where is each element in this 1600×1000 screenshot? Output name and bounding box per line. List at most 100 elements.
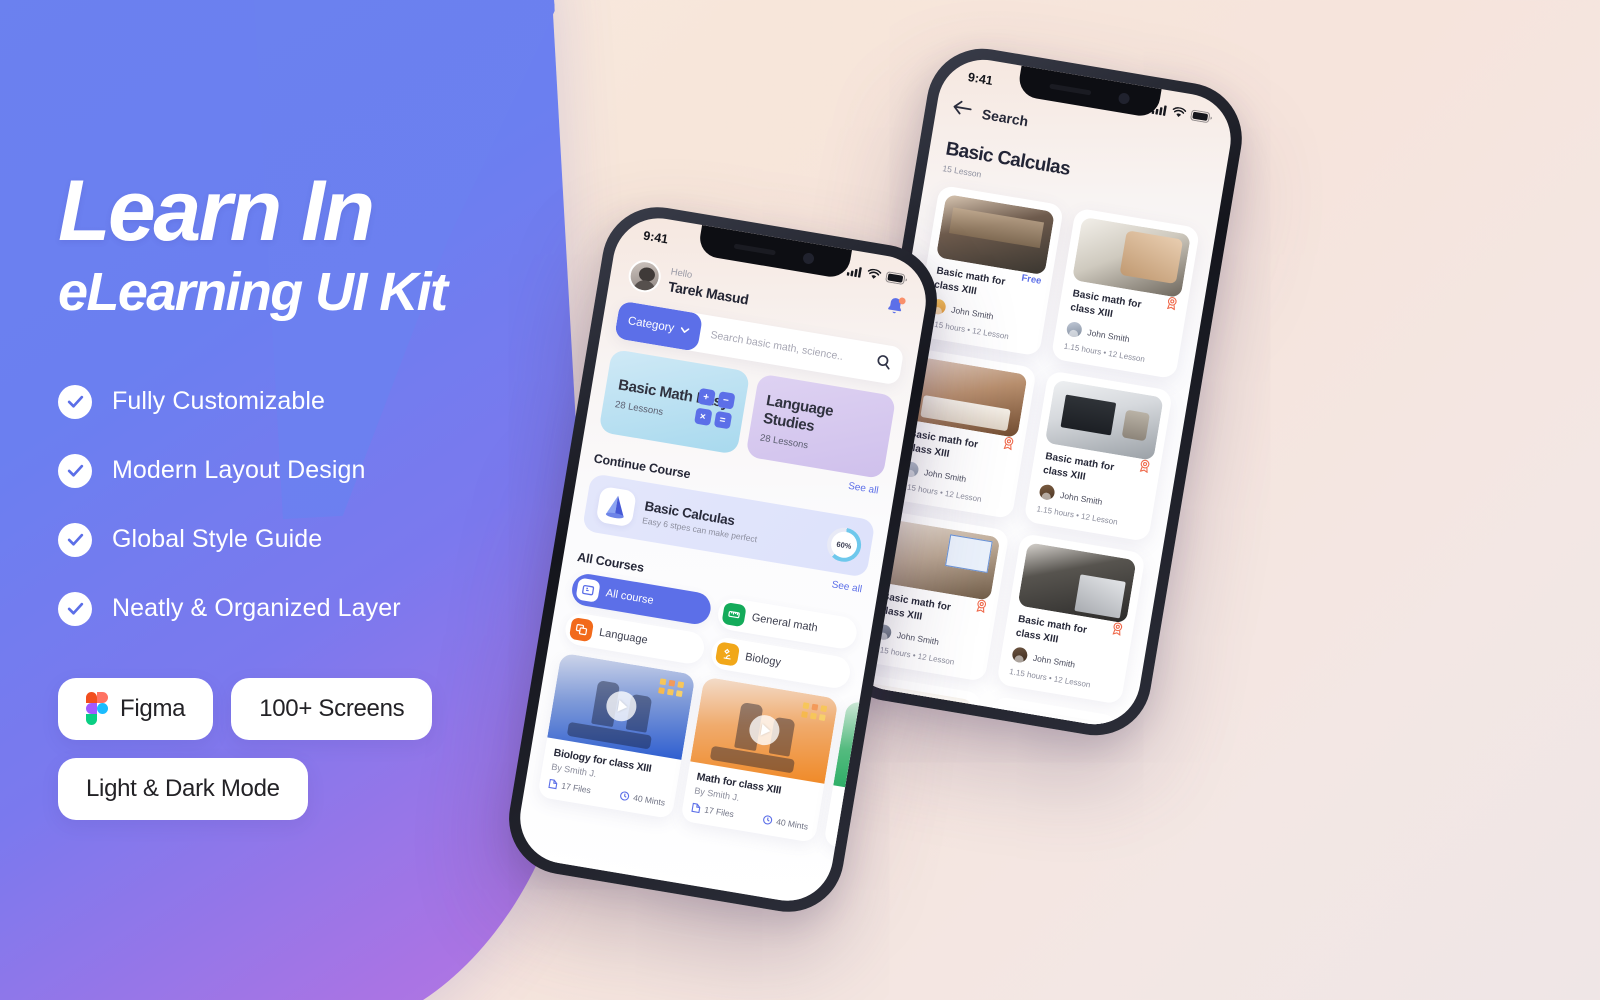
- feature-label: Modern Layout Design: [112, 456, 366, 485]
- figma-badge: Figma: [58, 677, 214, 740]
- chip-label: Biology: [744, 651, 782, 669]
- course-card[interactable]: Math for class XIII By Smith J. 17 Files: [680, 676, 839, 843]
- arrow-left-icon[interactable]: [951, 99, 973, 122]
- calc-key: −: [716, 391, 736, 410]
- mode-badge: Light & Dark Mode: [58, 757, 308, 820]
- author-name: John Smith: [1059, 489, 1104, 507]
- battery-icon: [885, 271, 909, 285]
- avatar: [1038, 483, 1056, 501]
- cellular-icon: [846, 264, 864, 278]
- file-icon: [548, 778, 559, 790]
- category-label: Category: [627, 315, 676, 335]
- search-input[interactable]: Search basic math, science..: [710, 329, 844, 363]
- mode-badge-label: Light & Dark Mode: [86, 774, 280, 802]
- result-card-title: Basic math for class XIII: [1069, 288, 1143, 320]
- course-card[interactable]: [823, 700, 933, 867]
- course-name: [841, 795, 933, 814]
- wifi-icon: [866, 267, 882, 280]
- feature-item: Modern Layout Design: [58, 453, 560, 488]
- check-icon: [58, 591, 92, 626]
- translate-icon: [568, 616, 595, 643]
- course-files: 17 Files: [691, 802, 735, 819]
- calc-key: =: [713, 410, 732, 430]
- progress-value: 60%: [829, 529, 860, 560]
- award-icon: [1110, 621, 1124, 641]
- figma-badge-label: Figma: [120, 694, 186, 722]
- check-icon: [58, 453, 92, 488]
- badge-list: Figma 100+ Screens Light & Dark Mode: [58, 677, 478, 820]
- award-icon: [1137, 459, 1151, 479]
- author-name: John Smith: [1032, 652, 1076, 670]
- course-files-label: 17 Files: [560, 780, 592, 796]
- search-header-title: Search: [980, 105, 1030, 130]
- result-card-title: Basic math for class XIII: [933, 265, 1007, 297]
- clock-icon: [762, 814, 774, 826]
- topic-card-math[interactable]: Basic Math Easy 28 Lessons + − × =: [598, 348, 750, 455]
- result-card[interactable]: Basic math for class XIII John Smith 1.1…: [1050, 207, 1201, 380]
- avatar[interactable]: [626, 257, 664, 295]
- bell-icon[interactable]: [884, 295, 907, 324]
- feature-label: Global Style Guide: [112, 525, 323, 554]
- figma-logo-icon: [86, 692, 108, 726]
- award-icon: [1165, 296, 1179, 316]
- result-card[interactable]: Basic math for class XIII John Smith 1.1…: [1023, 370, 1173, 543]
- course-duration-label: 40 Mints: [775, 816, 809, 832]
- free-badge: Free: [1020, 272, 1043, 287]
- feature-item: Fully Customizable: [58, 384, 560, 419]
- book-icon: [575, 577, 601, 603]
- course-thumbnail: [833, 700, 933, 808]
- author-name: John Smith: [896, 629, 940, 647]
- file-icon: [691, 802, 702, 814]
- result-card[interactable]: Basic math for class XIII John Smith 1.1…: [996, 533, 1146, 705]
- wifi-icon: [1171, 106, 1187, 119]
- screens-badge-label: 100+ Screens: [259, 694, 405, 722]
- clock-icon: [619, 790, 631, 802]
- author-name: John Smith: [1086, 326, 1131, 344]
- search-icon[interactable]: [875, 353, 892, 374]
- calculator-icon: + − × =: [693, 387, 736, 430]
- calc-key: ×: [693, 407, 713, 426]
- promo-content: Learn In eLearning UI Kit Fully Customiz…: [0, 0, 560, 1000]
- chip-label: All course: [604, 587, 655, 608]
- screens-badge: 100+ Screens: [231, 677, 433, 740]
- page-title: Learn In: [58, 163, 375, 259]
- feature-label: Fully Customizable: [112, 387, 325, 416]
- battery-icon: [1190, 109, 1214, 123]
- chip-label: General math: [750, 611, 819, 635]
- category-dropdown[interactable]: Category: [614, 300, 703, 352]
- microscope-icon: [714, 641, 741, 667]
- result-card-title: Basic math for class XIII: [1015, 613, 1088, 645]
- calc-key: +: [696, 387, 716, 407]
- chip-label: Language: [598, 626, 649, 647]
- course-files-label: 17 Files: [703, 804, 735, 820]
- feature-item: Global Style Guide: [58, 522, 560, 557]
- author-name: John Smith: [923, 466, 968, 484]
- chevron-down-icon: [679, 324, 690, 337]
- avatar: [1065, 320, 1083, 339]
- result-card-title: Basic math for class XIII: [906, 428, 979, 460]
- feature-item: Neatly & Organized Layer: [58, 591, 560, 626]
- author-name: John Smith: [950, 303, 995, 321]
- feature-label: Neatly & Organized Layer: [112, 594, 401, 623]
- course-files: 17 Files: [548, 778, 592, 795]
- result-card-title: Basic math for class XIII: [1042, 451, 1115, 483]
- course-duration-label: 40 Mints: [632, 792, 666, 808]
- result-card-title: Basic math for class XIII: [878, 590, 952, 623]
- topic-card-language[interactable]: Language Studies 28 Lessons: [744, 373, 897, 480]
- check-icon: [58, 522, 92, 557]
- status-time: 9:41: [642, 228, 670, 247]
- ruler-icon: [721, 601, 747, 628]
- course-duration: 40 Mints: [762, 814, 809, 832]
- award-icon: [974, 599, 988, 619]
- home-screen: Hello Tarek Masud Category Search basic …: [513, 211, 933, 907]
- feature-list: Fully Customizable Modern Layout Design …: [58, 384, 560, 626]
- cone-icon: [595, 485, 637, 528]
- course-card[interactable]: Biology for class XIII By Smith J. 17 Fi…: [537, 652, 696, 820]
- course-duration: 40 Mints: [619, 790, 666, 808]
- award-icon: [1001, 436, 1015, 456]
- status-time: 9:41: [966, 70, 994, 89]
- result-card[interactable]: Basic math for class XIII Free John Smit…: [914, 184, 1065, 357]
- progress-ring: 60%: [824, 525, 864, 565]
- check-icon: [58, 384, 92, 419]
- avatar: [1011, 646, 1029, 664]
